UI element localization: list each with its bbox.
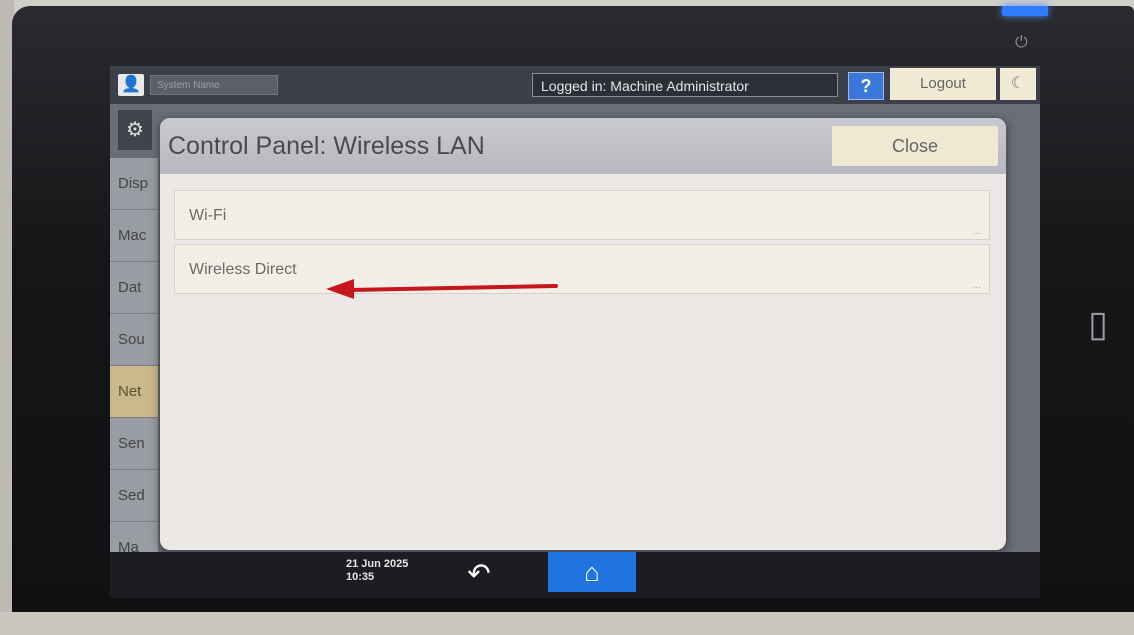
annotation-arrow-icon xyxy=(326,279,558,299)
